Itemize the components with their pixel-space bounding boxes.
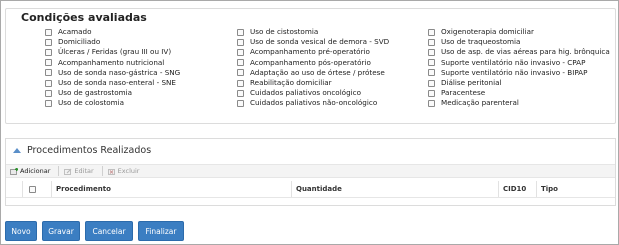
checkbox[interactable] <box>428 48 435 56</box>
condition-acompanhamento-nutricional[interactable]: Acompanhamento nutricional <box>45 58 180 68</box>
form-actions: Novo Gravar Cancelar Finalizar <box>5 221 189 241</box>
checkbox[interactable] <box>428 69 435 77</box>
procedures-grid-header: Procedimento Quantidade CID10 Tipo <box>6 181 615 198</box>
checkbox[interactable] <box>237 28 244 36</box>
cancel-button[interactable]: Cancelar <box>85 221 133 241</box>
conditions-column-1: Acamado Domiciliado Úlceras / Feridas (g… <box>45 27 180 109</box>
delete-button[interactable]: Excluir <box>107 167 139 175</box>
checkbox[interactable] <box>45 69 52 77</box>
condition-traqueostomia[interactable]: Uso de traqueostomia <box>428 37 610 47</box>
checkbox[interactable] <box>237 89 244 97</box>
form-frame: Condições avaliadas Acamado Domiciliado … <box>0 0 619 245</box>
procedures-header[interactable]: Procedimentos Realizados <box>6 139 615 162</box>
toolbar-divider <box>101 166 103 176</box>
condition-cistostomia[interactable]: Uso de cistostomia <box>237 27 389 37</box>
checkbox[interactable] <box>428 38 435 46</box>
procedures-title: Procedimentos Realizados <box>27 145 152 156</box>
checkbox[interactable] <box>45 89 52 97</box>
condition-gastrostomia[interactable]: Uso de gastrostomia <box>45 88 180 98</box>
add-button[interactable]: Adicionar <box>10 167 50 175</box>
new-button[interactable]: Novo <box>5 221 37 241</box>
save-button[interactable]: Gravar <box>42 221 80 241</box>
condition-acamado[interactable]: Acamado <box>45 27 180 37</box>
condition-paracentese[interactable]: Paracentese <box>428 88 610 98</box>
conditions-column-3: Oxigenoterapia domiciliar Uso de traqueo… <box>428 27 610 109</box>
cid10-column-header[interactable]: CID10 <box>499 181 537 197</box>
procedure-column-header[interactable]: Procedimento <box>52 181 292 197</box>
delete-icon <box>107 168 116 175</box>
select-all-column-header[interactable] <box>23 181 52 197</box>
row-number-column-header <box>6 181 23 197</box>
type-column-header[interactable]: Tipo <box>537 181 615 197</box>
checkbox[interactable] <box>428 59 435 67</box>
checkbox[interactable] <box>428 89 435 97</box>
checkbox[interactable] <box>45 99 52 107</box>
checkbox[interactable] <box>237 38 244 46</box>
checkbox[interactable] <box>45 38 52 46</box>
checkbox[interactable] <box>237 59 244 67</box>
edit-button[interactable]: Editar <box>64 167 94 175</box>
select-all-checkbox[interactable] <box>29 185 36 193</box>
condition-sonda-vesical[interactable]: Uso de sonda vesical de demora - SVD <box>237 37 389 47</box>
condition-colostomia[interactable]: Uso de colostomia <box>45 98 180 108</box>
checkbox[interactable] <box>428 99 435 107</box>
toolbar-divider <box>58 166 60 176</box>
condition-bipap[interactable]: Suporte ventilatório não invasivo - BIPA… <box>428 68 610 78</box>
procedures-panel: Procedimentos Realizados Adicionar Edita… <box>5 138 616 206</box>
checkbox[interactable] <box>237 69 244 77</box>
conditions-title: Condições avaliadas <box>19 11 149 24</box>
collapse-triangle-icon[interactable] <box>13 148 21 153</box>
condition-sonda-naso-gastrica[interactable]: Uso de sonda naso-gástrica - SNG <box>45 68 180 78</box>
checkbox[interactable] <box>45 28 52 36</box>
quantity-column-header[interactable]: Quantidade <box>292 181 499 197</box>
edit-icon <box>64 168 72 175</box>
condition-dialise-peritonial[interactable]: Diálise peritonial <box>428 78 610 88</box>
condition-medicacao-parenteral[interactable]: Medicação parenteral <box>428 98 610 108</box>
condition-ulceras-feridas[interactable]: Úlceras / Feridas (grau III ou IV) <box>45 47 180 57</box>
checkbox[interactable] <box>237 79 244 87</box>
checkbox[interactable] <box>45 79 52 87</box>
conditions-column-2: Uso de cistostomia Uso de sonda vesical … <box>237 27 389 109</box>
condition-cpap[interactable]: Suporte ventilatório não invasivo - CPAP <box>428 58 610 68</box>
condition-sonda-naso-enteral[interactable]: Uso de sonda naso-enteral - SNE <box>45 78 180 88</box>
checkbox[interactable] <box>45 59 52 67</box>
condition-paliativos-nao-oncologico[interactable]: Cuidados paliativos não-oncológico <box>237 98 389 108</box>
finish-button[interactable]: Finalizar <box>138 221 184 241</box>
checkbox[interactable] <box>237 99 244 107</box>
procedures-toolbar: Adicionar Editar Excluir <box>6 164 615 178</box>
checkbox[interactable] <box>237 48 244 56</box>
checkbox[interactable] <box>45 48 52 56</box>
condition-domiciliado[interactable]: Domiciliado <box>45 37 180 47</box>
add-icon <box>10 167 18 175</box>
condition-reabilitacao[interactable]: Reabilitação domiciliar <box>237 78 389 88</box>
condition-oxigenoterapia[interactable]: Oxigenoterapia domiciliar <box>428 27 610 37</box>
condition-aspiracao-vias-aereas[interactable]: Uso de asp. de vias aéreas para hig. brô… <box>428 47 610 57</box>
condition-pos-operatorio[interactable]: Acompanhamento pós-operatório <box>237 58 389 68</box>
condition-pre-operatorio[interactable]: Acompanhamento pré-operatório <box>237 47 389 57</box>
checkbox[interactable] <box>428 79 435 87</box>
condition-paliativos-oncologico[interactable]: Cuidados paliativos oncológico <box>237 88 389 98</box>
condition-ortese-protese[interactable]: Adaptação ao uso de órtese / prótese <box>237 68 389 78</box>
checkbox[interactable] <box>428 28 435 36</box>
